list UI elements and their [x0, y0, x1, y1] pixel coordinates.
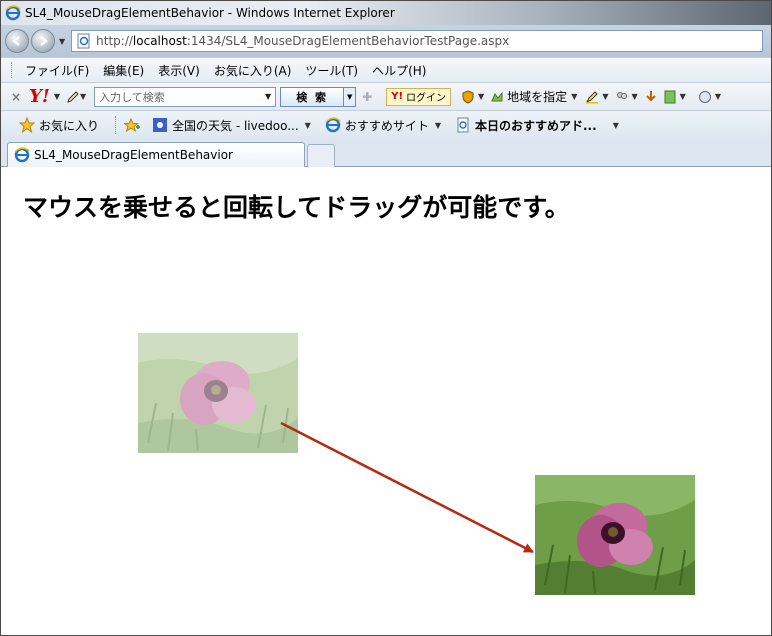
menu-tools[interactable]: ツール(T): [300, 60, 363, 81]
menu-favorites[interactable]: お気に入り(A): [209, 60, 297, 81]
window-title: SL4_MouseDragElementBehavior - Windows I…: [25, 6, 395, 20]
highlighter-icon: [586, 90, 599, 103]
new-tab-button[interactable]: [307, 144, 335, 167]
login-yahoo-mark: Y!: [391, 91, 404, 102]
add-favorite-button[interactable]: [124, 117, 144, 133]
url-path: :1434/SL4_MouseDragElementBehaviorTestPa…: [186, 34, 510, 48]
region-button[interactable]: 地域を指定 ▼: [490, 88, 583, 105]
favorites-label: お気に入り: [39, 118, 100, 133]
globe-dropdown-icon[interactable]: ▼: [715, 92, 721, 101]
favorites-button[interactable]: お気に入り: [19, 117, 99, 134]
address-row: ▼ http://localhost:1434/SL4_MouseDragEle…: [1, 25, 771, 57]
pencil-dropdown-icon[interactable]: ▼: [80, 92, 86, 101]
login-label: ログイン: [406, 93, 447, 104]
addon-page-icon: [457, 117, 469, 133]
menu-file[interactable]: ファイル(F): [20, 60, 94, 81]
login-button[interactable]: Y! ログイン: [386, 87, 452, 106]
people-icon: [616, 91, 627, 99]
star-icon: [19, 117, 35, 133]
tool-button-4[interactable]: ▼: [698, 90, 727, 104]
menu-edit[interactable]: 編集(E): [98, 60, 149, 81]
ie-favorite-icon: [325, 117, 341, 133]
forward-button[interactable]: [31, 29, 55, 53]
search-input[interactable]: 入力して検索 ▼: [94, 86, 277, 107]
tool-button-3[interactable]: ▼: [663, 90, 692, 104]
shield-dropdown-icon[interactable]: ▼: [478, 92, 484, 101]
flower-photo: [138, 333, 298, 453]
favorite-addons-dropdown-icon[interactable]: ▼: [613, 121, 619, 130]
page-heading: マウスを乗せると回転してドラッグが可能です。: [23, 193, 570, 222]
tool-button-1[interactable]: ▼: [615, 90, 644, 104]
tab-ie-icon: [14, 147, 30, 163]
highlighter-dropdown-icon[interactable]: ▼: [602, 92, 608, 101]
url-host: localhost: [132, 34, 187, 48]
pencil-icon[interactable]: [66, 90, 80, 104]
browser-window: SL4_MouseDragElementBehavior - Windows I…: [0, 0, 772, 636]
yahoo-toolbar: × Y! ▼ ▼ 入力して検索 ▼ 検 索 ▼ ✚ Y! ログイン ▼ 地域を指…: [1, 83, 771, 111]
people-dropdown-icon[interactable]: ▼: [632, 92, 638, 101]
forward-arrow-icon: [40, 36, 48, 46]
favorite-weather-label: 全国の天気 - livedoo...: [172, 118, 299, 133]
favorite-weather[interactable]: 全国の天気 - livedoo... ▼: [152, 117, 317, 134]
page-content: マウスを乗せると回転してドラッグが可能です。: [1, 168, 771, 635]
region-dropdown-icon[interactable]: ▼: [571, 92, 577, 101]
favorite-addons-label: 本日のおすすめアド...: [475, 118, 597, 133]
url-prefix: http://: [96, 34, 133, 48]
favorite-suggested-dropdown-icon[interactable]: ▼: [435, 121, 441, 130]
flower-image-dragged[interactable]: [535, 475, 695, 595]
search-placeholder: 入力して検索: [99, 90, 165, 104]
yahoo-menu-dropdown-icon[interactable]: ▼: [54, 92, 60, 101]
separator-icon: ✚: [362, 89, 373, 104]
tool-button-2[interactable]: [644, 90, 661, 104]
search-dropdown-icon[interactable]: ▼: [265, 92, 271, 101]
page-icon: [77, 33, 90, 49]
shield-icon: [462, 89, 474, 104]
tab-label: SL4_MouseDragElementBehavior: [34, 148, 233, 162]
security-shield-button[interactable]: ▼: [461, 89, 490, 104]
flower-image-original[interactable]: [138, 333, 298, 453]
flower-photo-dragged: [535, 475, 695, 595]
weather-icon: [153, 118, 168, 132]
highlighter-button[interactable]: ▼: [585, 90, 614, 104]
toolbar-close-icon[interactable]: ×: [11, 90, 21, 104]
globe-icon: [698, 90, 711, 103]
menu-bar: ファイル(F) 編集(E) 表示(V) お気に入り(A) ツール(T) ヘルプ(…: [1, 57, 771, 83]
toolbar-grip[interactable]: [11, 62, 14, 78]
favbar-separator: [115, 116, 117, 134]
region-label: 地域を指定: [507, 90, 568, 104]
title-bar[interactable]: SL4_MouseDragElementBehavior - Windows I…: [1, 1, 771, 25]
tab-strip: SL4_MouseDragElementBehavior: [1, 139, 771, 167]
search-button[interactable]: 検 索: [280, 86, 345, 107]
back-arrow-icon: [12, 36, 20, 46]
favorite-addons[interactable]: 本日のおすすめアド... ▼: [455, 117, 625, 134]
tab-active[interactable]: SL4_MouseDragElementBehavior: [7, 142, 305, 167]
history-dropdown-icon[interactable]: ▼: [59, 37, 65, 46]
search-button-dropdown-icon[interactable]: ▼: [344, 86, 357, 107]
bookmark-icon: [664, 90, 676, 103]
favorite-suggested-label: おすすめサイト: [344, 118, 429, 133]
back-button[interactable]: [5, 29, 29, 53]
yahoo-logo[interactable]: Y!: [29, 86, 50, 107]
address-field[interactable]: http://localhost:1434/SL4_MouseDragEleme…: [71, 30, 764, 52]
menu-help[interactable]: ヘルプ(H): [367, 60, 431, 81]
favorite-weather-dropdown-icon[interactable]: ▼: [305, 121, 311, 130]
menu-view[interactable]: 表示(V): [153, 60, 205, 81]
favorite-suggested-sites[interactable]: おすすめサイト ▼: [325, 117, 447, 134]
add-favorite-icon: [124, 117, 141, 133]
bookmark-dropdown-icon[interactable]: ▼: [680, 92, 686, 101]
ie-icon: [5, 5, 21, 21]
region-map-icon: [491, 91, 503, 101]
download-icon: [645, 90, 656, 101]
favorites-bar: お気に入り 全国の天気 - livedoo... ▼ おすすめサイト ▼ 本日の…: [1, 111, 771, 139]
arrow-line: [280, 421, 534, 554]
